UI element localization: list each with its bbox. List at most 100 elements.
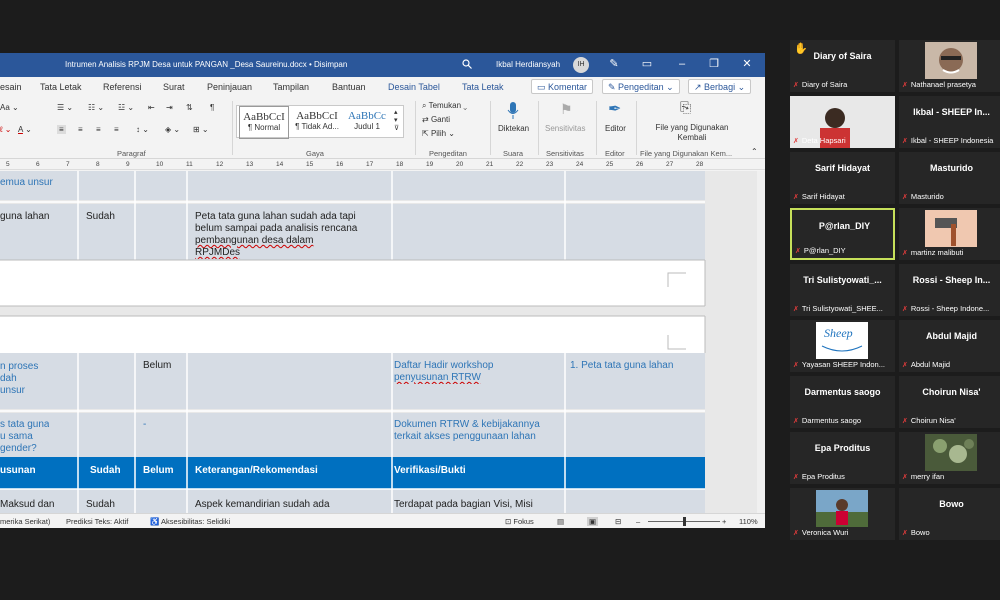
replace-button[interactable]: ⇄ Ganti	[422, 115, 450, 124]
style-heading-1[interactable]: AaBbCc Judul 1	[343, 106, 391, 139]
web-layout-icon[interactable]: ⊟	[615, 517, 621, 526]
pilcrow-icon[interactable]: ¶	[210, 103, 214, 112]
cell-text: n proses dah unsur	[0, 361, 38, 397]
participant-label-text: Abdul Majid	[910, 360, 951, 369]
tab-review[interactable]: Peninjauan	[207, 82, 252, 92]
ribbon-display-icon[interactable]: ▭	[641, 58, 653, 70]
zoom-out-icon[interactable]: –	[636, 517, 640, 526]
close-icon[interactable]: ✕	[741, 58, 753, 70]
ribbon-tabs: esain Tata Letak Referensi Surat Peninja…	[0, 77, 765, 97]
participant-tile[interactable]: Rossi - Sheep In... ✗ Rossi - Sheep Indone…	[899, 264, 1000, 316]
participant-tile[interactable]: Abdul Majid ✗ Abdul Majid	[899, 320, 1000, 372]
participant-tile[interactable]: Diary of Saira ✋ ✗ Diary of Saira	[790, 40, 895, 92]
decrease-indent-icon[interactable]: ⇤	[148, 103, 155, 112]
borders-icon[interactable]: ⊞ ⌄	[193, 125, 209, 134]
participant-label: ✗ Nathanael prasetya	[902, 80, 1000, 89]
font-size-icon[interactable]: Aa ⌄	[0, 103, 19, 112]
tab-help[interactable]: Bantuan	[332, 82, 366, 92]
participant-tile[interactable]: Sarif Hidayat ✗ Sarif Hidayat	[790, 152, 895, 204]
cell-verification: Daftar Hadir workshop penyusunan RTRW	[394, 360, 564, 384]
tab-view[interactable]: Tampilan	[273, 82, 309, 92]
highlight-icon[interactable]: ℓ ⌄	[0, 125, 12, 134]
comments-button[interactable]: ▭ Komentar	[531, 79, 594, 94]
styles-scroll-icon[interactable]: ▴ ▾ ⊽	[394, 108, 399, 132]
tab-layout[interactable]: Tata Letak	[40, 82, 82, 92]
increase-indent-icon[interactable]: ⇥	[166, 103, 173, 112]
collapse-ribbon-icon[interactable]: ⌃	[751, 147, 758, 156]
participant-tile[interactable]: Tri Sulistyowati_... ✗ Tri Sulistyowati_SH…	[790, 264, 895, 316]
share-button[interactable]: ↗ Berbagi ⌄	[688, 79, 752, 94]
focus-button[interactable]: ⊡ Fokus	[505, 517, 534, 526]
style-normal[interactable]: AaBbCcI ¶ Normal	[239, 106, 289, 139]
header-cell: usunan	[0, 465, 36, 476]
user-avatar[interactable]: IH	[573, 57, 589, 73]
sensitivity-button-label[interactable]: Sensitivitas	[545, 124, 585, 133]
font-color-icon[interactable]: A ⌄	[18, 125, 32, 134]
participant-tile[interactable]: Masturido ✗ Masturido	[899, 152, 1000, 204]
participant-tile[interactable]: ✗ martinz malibuti	[899, 208, 1000, 260]
text-prediction-status[interactable]: Prediksi Teks: Aktif	[66, 517, 128, 526]
zoom-level[interactable]: 110%	[739, 517, 758, 526]
tab-references[interactable]: Referensi	[103, 82, 142, 92]
participant-label-text: Nathanael prasetya	[910, 80, 976, 89]
microphone-icon[interactable]	[506, 101, 520, 121]
participant-tile[interactable]: ✗ Veronica Wuri	[790, 488, 895, 540]
dictate-label[interactable]: Diktekan	[498, 124, 529, 133]
bullets-icon[interactable]: ☰ ⌄	[57, 103, 73, 112]
style-preview: AaBbCcI	[243, 111, 285, 123]
participant-tile[interactable]: ✗ Deta Hapsari	[790, 96, 895, 148]
participant-tile[interactable]: P@rlan_DIY ✗ P@rlan_DIY	[790, 208, 895, 260]
participant-tile[interactable]: ✗ Nathanael prasetya	[899, 40, 1000, 92]
muted-mic-icon: ✗	[902, 474, 908, 481]
restore-icon[interactable]: ❐	[708, 58, 720, 70]
participant-tile[interactable]: Choirun Nisa' ✗ Choirun Nisa'	[899, 376, 1000, 428]
participant-tile[interactable]: ✗ merry ifan	[899, 432, 1000, 484]
cell-text: Maksud dan	[0, 499, 55, 510]
select-button[interactable]: ⇱ Pilih ⌄	[422, 129, 455, 138]
reuse-files-label[interactable]: File yang Digunakan Kembali	[652, 123, 732, 143]
participant-tile[interactable]: Darmentus saogo ✗ Darmentus saogo	[790, 376, 895, 428]
minimize-icon[interactable]: –	[676, 58, 688, 70]
justify-icon[interactable]: ≡	[114, 125, 119, 134]
tab-table-design[interactable]: Desain Tabel	[388, 82, 440, 92]
ruler-tick: 20	[456, 161, 464, 168]
participant-tile[interactable]: Bowo ✗ Bowo	[899, 488, 1000, 540]
search-icon[interactable]	[462, 59, 472, 69]
align-center-icon[interactable]: ≡	[78, 125, 83, 134]
read-mode-icon[interactable]: ▤	[557, 517, 564, 526]
accessibility-status[interactable]: ♿ Aksesibilitas: Selidiki	[150, 517, 230, 526]
participant-name: Rossi - Sheep In...	[912, 275, 991, 285]
ruler-tick: 22	[516, 161, 524, 168]
pen-icon[interactable]: ✎	[608, 58, 620, 70]
vertical-scrollbar[interactable]	[757, 171, 765, 513]
participant-label: ✗ Bowo	[902, 528, 1000, 537]
participant-label-text: Deta Hapsari	[801, 136, 846, 145]
style-name: ¶ Normal	[247, 123, 281, 132]
language-status[interactable]: merika Serikat)	[0, 517, 50, 526]
participant-tile[interactable]: Ikbal - SHEEP In... ✗ Ikbal - SHEEP Indone…	[899, 96, 1000, 148]
shading-icon[interactable]: ◈ ⌄	[165, 125, 180, 134]
tab-table-layout[interactable]: Tata Letak	[462, 82, 504, 92]
participant-label-text: Bowo	[910, 528, 930, 537]
editing-mode-button[interactable]: ✎ Pengeditan ⌄	[602, 79, 680, 94]
numbering-icon[interactable]: ☷ ⌄	[88, 103, 104, 112]
zoom-in-icon[interactable]: +	[722, 517, 726, 526]
participant-tile[interactable]: Epa Proditus ✗ Epa Proditus	[790, 432, 895, 484]
find-button[interactable]: ⌕ Temukan ⌄	[422, 101, 467, 111]
align-left-icon[interactable]: ≡	[57, 125, 66, 134]
align-right-icon[interactable]: ≡	[96, 125, 101, 134]
zoom-slider-thumb[interactable]	[683, 517, 686, 526]
print-layout-icon[interactable]: ▣	[587, 517, 599, 526]
sensitivity-icon[interactable]: ⚑	[560, 101, 573, 118]
group-label-styles: Gaya	[306, 149, 324, 158]
line-spacing-icon[interactable]: ↕ ⌄	[136, 125, 149, 134]
editor-icon[interactable]: ✒	[608, 99, 621, 119]
tab-design[interactable]: esain	[0, 82, 22, 92]
reuse-files-icon[interactable]: ⎘	[680, 99, 691, 116]
tab-mailings[interactable]: Surat	[163, 82, 185, 92]
editor-button-label[interactable]: Editor	[605, 124, 626, 133]
sort-icon[interactable]: ⇅	[186, 103, 193, 112]
participant-tile[interactable]: Sheep ✗ Yayasan SHEEP Indon...	[790, 320, 895, 372]
multilevel-icon[interactable]: ☳ ⌄	[118, 103, 134, 112]
style-no-spacing[interactable]: AaBbCcI ¶ Tidak Ad...	[291, 106, 343, 139]
